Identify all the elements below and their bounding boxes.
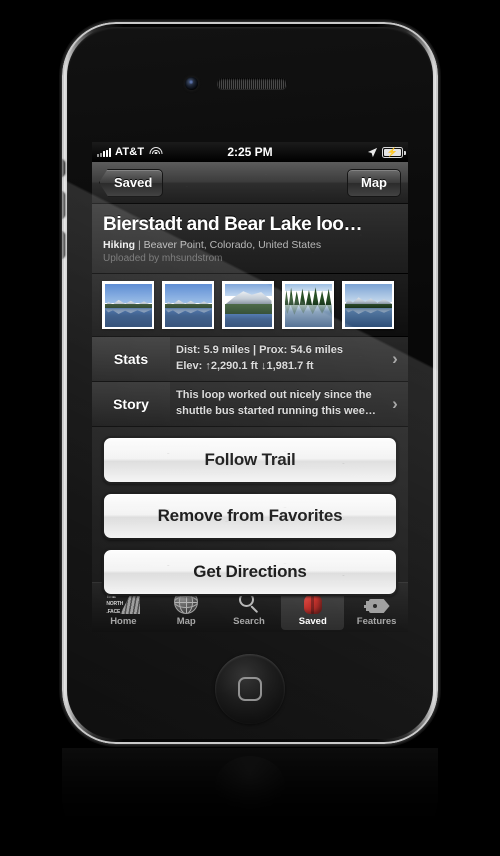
story-row-body: This loop worked out nicely since the sh… [170,382,382,426]
logo-line-2: NORTH [106,601,124,608]
tab-features-label: Features [356,616,397,627]
earpiece-speaker [217,78,287,89]
stats-row-body: Dist: 5.9 miles | Prox: 54.6 miles Elev:… [170,337,382,381]
photo-thumbnail-3[interactable] [222,281,274,329]
story-row[interactable]: Story This loop worked out nicely since … [92,381,408,427]
subtitle-separator: | [138,239,141,251]
front-camera-icon [185,77,198,90]
navigation-bar: Saved Map [92,162,408,204]
story-line-2: shuttle bus started running this wee… [176,404,376,417]
action-button-group: Follow Trail Remove from Favorites Get D… [92,426,408,596]
tab-map-label: Map [176,616,196,627]
follow-trail-button[interactable]: Follow Trail [102,435,398,484]
back-button-saved[interactable]: Saved [99,168,164,197]
photo-thumbnail-5[interactable] [342,281,394,329]
home-square-icon [238,677,262,701]
phone-screen: AT&T 2:25 PM ⚡ Saved Map Bierstadt and B… [92,142,408,632]
story-row-label: Story [92,381,170,426]
home-button[interactable] [215,654,285,724]
trail-location: Beaver Point, Colorado, United States [143,239,322,251]
stats-row[interactable]: Stats Dist: 5.9 miles | Prox: 54.6 miles… [92,337,408,382]
silent-switch[interactable] [62,160,65,176]
battery-charging-icon: ⚡ [382,146,406,158]
device-reflection [62,748,438,852]
tab-search-label: Search [233,616,265,627]
iphone-device: AT&T 2:25 PM ⚡ Saved Map Bierstadt and B… [62,22,438,744]
stats-distance-line: Dist: 5.9 miles | Prox: 54.6 miles [176,344,343,356]
story-line-1: This loop worked out nicely since the [176,388,372,401]
uploader-label: Uploaded by mhsundstrom [103,253,223,264]
chevron-right-icon[interactable]: › [382,337,408,381]
photo-thumbnail-2[interactable] [162,281,214,329]
page-title: Bierstadt and Bear Lake loo… [103,214,363,235]
tab-saved-label: Saved [298,616,327,627]
status-bar: AT&T 2:25 PM ⚡ [92,142,408,162]
photo-thumbnail-4[interactable] [282,281,334,329]
status-clock: 2:25 PM [227,145,273,159]
logo-line-3: .FACE [106,608,121,615]
stats-elevation-line: Elev: ↑2,290.1 ft ↓1,981.7 ft [176,359,314,372]
tab-home-label: Home [110,616,137,627]
get-directions-button[interactable]: Get Directions [102,547,398,596]
photo-thumbnail-1[interactable] [102,281,154,329]
trail-header: Bierstadt and Bear Lake loo… Hiking | Be… [92,204,408,274]
remove-from-favorites-button[interactable]: Remove from Favorites [102,491,398,540]
map-button[interactable]: Map [347,168,401,197]
activity-type: Hiking [103,239,136,251]
chevron-right-icon[interactable]: › [382,382,408,426]
photo-thumbnail-strip[interactable] [92,274,408,337]
stats-row-label: Stats [92,337,170,381]
volume-down-button[interactable] [62,232,65,258]
volume-up-button[interactable] [62,192,65,218]
screenshot-root: AT&T 2:25 PM ⚡ Saved Map Bierstadt and B… [0,0,500,856]
trail-subtitle: Hiking | Beaver Point, Colorado, United … [103,239,397,251]
reflection-home-button [215,756,285,816]
